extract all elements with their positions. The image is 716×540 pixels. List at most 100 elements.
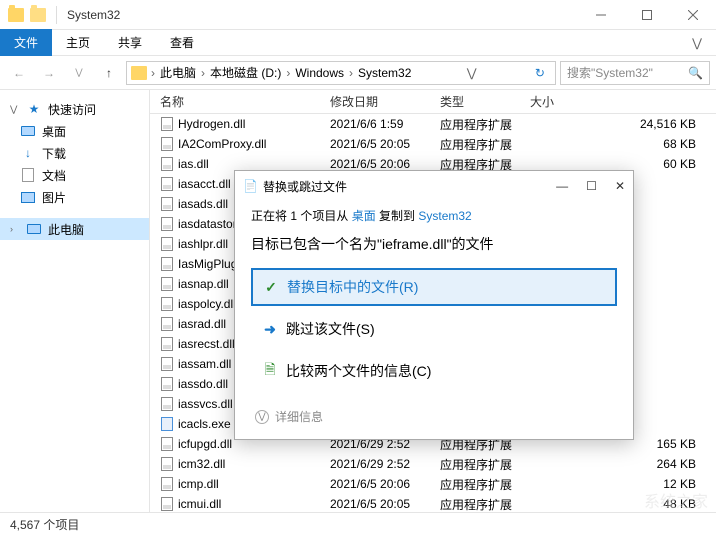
dll-icon xyxy=(160,497,174,511)
file-row[interactable]: icmp.dll2021/6/5 20:06应用程序扩展12 KB xyxy=(150,474,716,494)
sidebar-item-quick[interactable]: ⋁ ★ 快速访问 xyxy=(0,98,149,120)
chevron-right-icon[interactable]: › xyxy=(349,66,353,80)
search-icon[interactable]: 🔍 xyxy=(688,66,703,80)
file-row[interactable]: Hydrogen.dll2021/6/6 1:59应用程序扩展24,516 KB xyxy=(150,114,716,134)
replace-dialog: 📄 替换或跳过文件 — ☐ ✕ 正在将 1 个项目从 桌面 复制到 System… xyxy=(234,170,634,440)
file-row[interactable]: IA2ComProxy.dll2021/6/5 20:05应用程序扩展68 KB xyxy=(150,134,716,154)
monitor-icon xyxy=(26,221,42,237)
file-name: iassvcs.dll xyxy=(178,397,233,411)
file-type: 应用程序扩展 xyxy=(430,476,520,493)
maximize-button[interactable] xyxy=(624,0,670,30)
tab-view[interactable]: 查看 xyxy=(156,29,208,56)
dll-icon xyxy=(160,117,174,131)
minimize-button[interactable] xyxy=(578,0,624,30)
breadcrumb-item[interactable]: System32 xyxy=(355,66,414,80)
chevron-right-icon[interactable]: › xyxy=(10,224,20,234)
dll-icon xyxy=(160,437,174,451)
breadcrumb-item[interactable]: 此电脑 xyxy=(157,64,199,81)
column-type[interactable]: 类型 xyxy=(430,93,520,110)
picture-icon xyxy=(20,189,36,205)
dll-icon xyxy=(160,457,174,471)
chevron-right-icon[interactable]: › xyxy=(201,66,205,80)
sidebar-item-thispc[interactable]: › 此电脑 xyxy=(0,218,149,240)
search-input[interactable]: 搜索"System32" 🔍 xyxy=(560,61,710,85)
file-name: icfupgd.dll xyxy=(178,437,232,451)
tab-share[interactable]: 共享 xyxy=(104,29,156,56)
file-name: icmp.dll xyxy=(178,477,219,491)
option-replace[interactable]: ✓ 替换目标中的文件(R) xyxy=(251,268,617,306)
file-name: iasnap.dll xyxy=(178,277,229,291)
file-type: 应用程序扩展 xyxy=(430,136,520,153)
search-placeholder: 搜索"System32" xyxy=(567,64,653,81)
dll-icon xyxy=(160,377,174,391)
sidebar-item-label: 桌面 xyxy=(42,123,66,140)
file-size: 60 KB xyxy=(520,157,716,171)
file-row[interactable]: icm32.dll2021/6/29 2:52应用程序扩展264 KB xyxy=(150,454,716,474)
close-button[interactable]: ✕ xyxy=(615,179,625,193)
dll-icon xyxy=(160,317,174,331)
sidebar-item-pictures[interactable]: 图片 xyxy=(0,186,149,208)
navbar: ← → ⋁ ↑ › 此电脑 › 本地磁盘 (D:) › Windows › Sy… xyxy=(0,56,716,90)
column-name[interactable]: 名称 xyxy=(150,93,320,110)
option-skip[interactable]: ➜ 跳过该文件(S) xyxy=(251,310,617,348)
dll-icon xyxy=(160,177,174,191)
dll-icon xyxy=(160,277,174,291)
file-date: 2021/6/5 20:05 xyxy=(320,497,430,511)
file-name: icm32.dll xyxy=(178,457,225,471)
check-icon: ✓ xyxy=(263,279,279,295)
sidebar-item-downloads[interactable]: ↓ 下载 xyxy=(0,142,149,164)
option-compare[interactable]: 🗎 比较两个文件的信息(C) xyxy=(251,352,617,390)
dll-icon xyxy=(160,397,174,411)
close-button[interactable] xyxy=(670,0,716,30)
breadcrumb-item[interactable]: Windows xyxy=(292,66,347,80)
sidebar-item-label: 文档 xyxy=(42,167,66,184)
file-date: 2021/6/6 1:59 xyxy=(320,117,430,131)
file-name: icacls.exe xyxy=(178,417,231,431)
breadcrumb[interactable]: › 此电脑 › 本地磁盘 (D:) › Windows › System32 ⋁… xyxy=(126,61,556,85)
minimize-button[interactable]: — xyxy=(556,179,568,193)
tab-home[interactable]: 主页 xyxy=(52,29,104,56)
dialog-title: 替换或跳过文件 xyxy=(263,178,347,195)
dll-icon xyxy=(160,157,174,171)
sidebar-item-documents[interactable]: 文档 xyxy=(0,164,149,186)
file-name: iasads.dll xyxy=(178,197,228,211)
link-dest[interactable]: System32 xyxy=(418,209,471,223)
chevron-down-icon: ⋁ xyxy=(255,410,269,424)
details-toggle[interactable]: ⋁ 详细信息 xyxy=(251,408,617,425)
link-source[interactable]: 桌面 xyxy=(352,209,376,223)
file-name: iasacct.dll xyxy=(178,177,231,191)
dll-icon xyxy=(160,137,174,151)
sidebar-item-desktop[interactable]: 桌面 xyxy=(0,120,149,142)
details-label: 详细信息 xyxy=(275,408,323,425)
ribbon-expand-icon[interactable]: ⋁ xyxy=(678,36,716,50)
recent-dropdown-icon[interactable]: ⋁ xyxy=(66,60,92,86)
file-row[interactable]: icmui.dll2021/6/5 20:05应用程序扩展48 KB xyxy=(150,494,716,512)
maximize-button[interactable]: ☐ xyxy=(586,179,597,193)
up-button[interactable]: ↑ xyxy=(96,60,122,86)
column-size[interactable]: 大小 xyxy=(520,93,716,110)
file-date: 2021/6/29 2:52 xyxy=(320,457,430,471)
column-date[interactable]: 修改日期 xyxy=(320,93,430,110)
chevron-down-icon[interactable]: ⋁ xyxy=(10,104,20,115)
title-bar: System32 xyxy=(0,0,716,30)
tab-file[interactable]: 文件 xyxy=(0,29,52,56)
sidebar-item-label: 图片 xyxy=(42,189,66,206)
chevron-right-icon[interactable]: › xyxy=(286,66,290,80)
dll-icon xyxy=(160,217,174,231)
breadcrumb-item[interactable]: 本地磁盘 (D:) xyxy=(207,64,284,81)
chevron-down-icon[interactable]: ⋁ xyxy=(463,66,481,80)
file-type: 应用程序扩展 xyxy=(430,496,520,513)
file-name: iaspolcy.dll xyxy=(178,297,236,311)
forward-button[interactable]: → xyxy=(36,60,62,86)
star-icon: ★ xyxy=(26,101,42,117)
dll-icon xyxy=(160,197,174,211)
chevron-right-icon[interactable]: › xyxy=(151,66,155,80)
compare-icon: 🗎 xyxy=(262,363,278,379)
back-button[interactable]: ← xyxy=(6,60,32,86)
file-size: 48 KB xyxy=(520,497,716,511)
skip-icon: ➜ xyxy=(262,321,278,337)
refresh-icon[interactable]: ↻ xyxy=(529,66,551,80)
file-name: iasrecst.dll xyxy=(178,337,235,351)
file-date: 2021/6/5 20:06 xyxy=(320,477,430,491)
file-type: 应用程序扩展 xyxy=(430,456,520,473)
